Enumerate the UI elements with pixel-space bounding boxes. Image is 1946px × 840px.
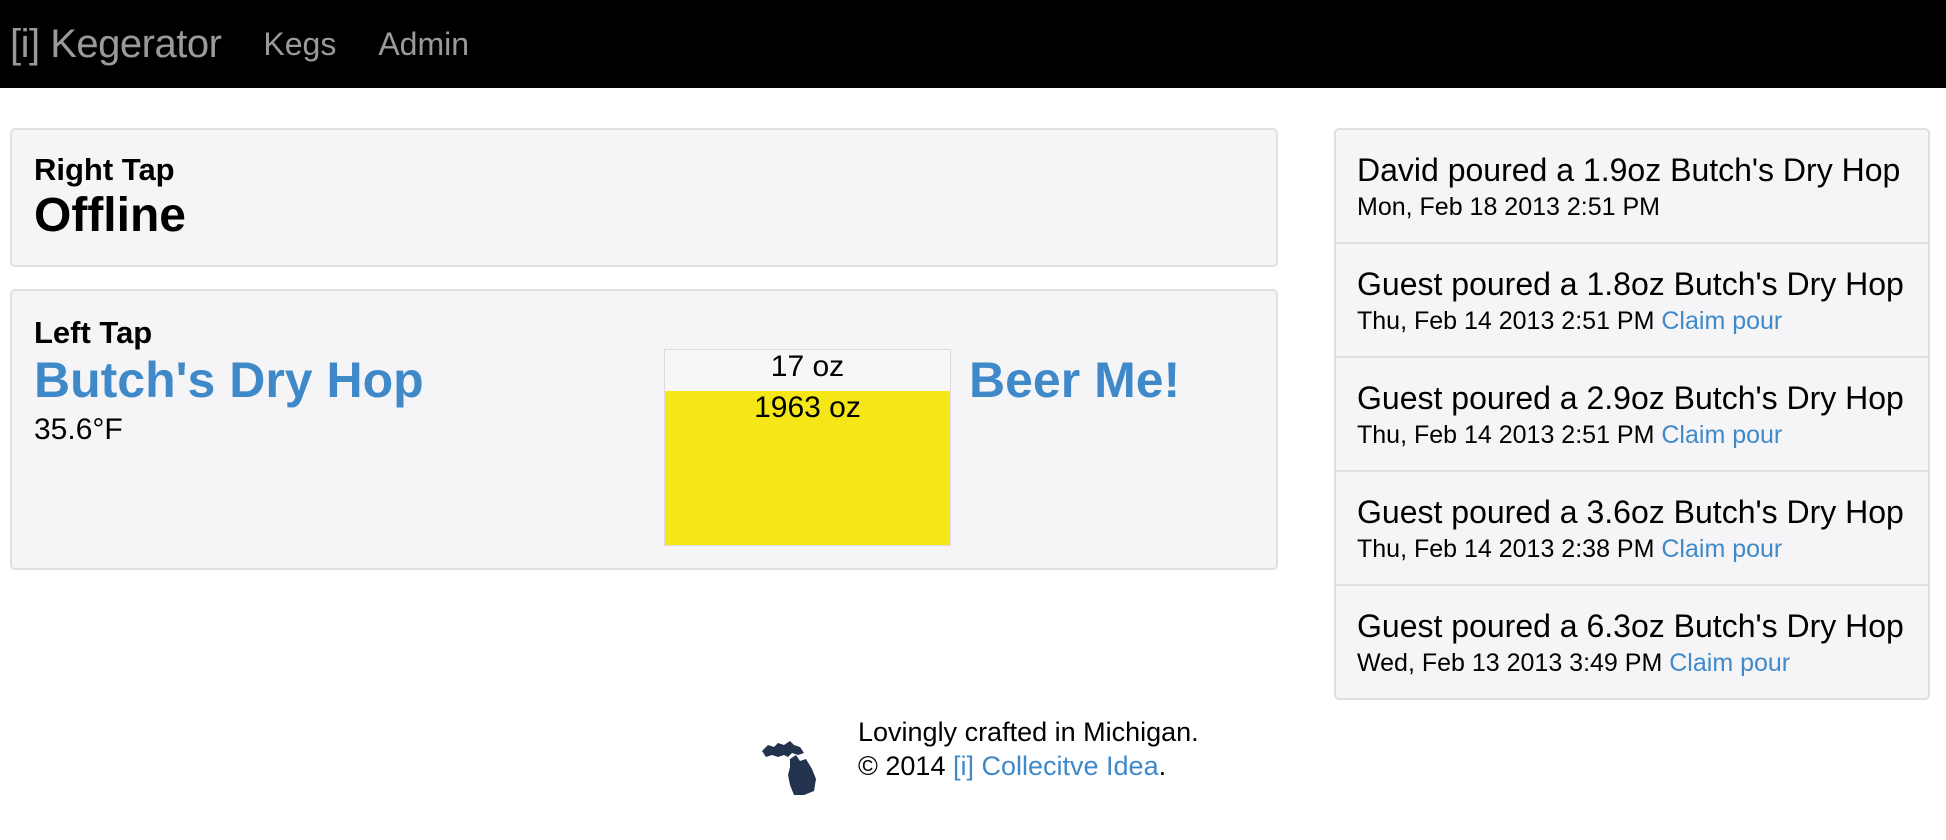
pour-list: David poured a 1.9oz Butch's Dry Hop Mon,… xyxy=(1334,128,1930,700)
brand-link[interactable]: [i] Kegerator xyxy=(10,22,222,67)
pour-item: Guest poured a 1.8oz Butch's Dry Hop Thu,… xyxy=(1336,244,1928,358)
pour-time: Thu, Feb 14 2013 2:38 PM xyxy=(1357,535,1655,563)
michigan-icon xyxy=(762,741,816,795)
tap-status: Offline xyxy=(34,189,186,242)
pour-time: Thu, Feb 14 2013 2:51 PM xyxy=(1357,307,1655,335)
left-tap-panel: Left Tap Butch's Dry Hop 35.6°F 17 oz 19… xyxy=(10,289,1278,570)
nav-admin[interactable]: Admin xyxy=(378,26,469,63)
pour-time: Mon, Feb 18 2013 2:51 PM xyxy=(1357,193,1660,221)
claim-pour-link[interactable]: Claim pour xyxy=(1669,649,1790,677)
pour-item: Guest poured a 6.3oz Butch's Dry Hop Wed,… xyxy=(1336,586,1928,698)
pour-meta: Thu, Feb 14 2013 2:51 PM Claim pour xyxy=(1357,420,1928,450)
pour-title: David poured a 1.9oz Butch's Dry Hop xyxy=(1357,152,1901,188)
collective-idea-link[interactable]: [i] Collecitve Idea xyxy=(953,751,1159,781)
keg-level-gauge: 17 oz 1963 oz xyxy=(664,349,951,546)
footer-suffix: . xyxy=(1158,751,1167,781)
pour-time: Wed, Feb 13 2013 3:49 PM xyxy=(1357,649,1663,677)
poured-amount: 17 oz xyxy=(770,350,845,383)
tap-label: Left Tap xyxy=(34,315,153,350)
pour-item: Guest poured a 3.6oz Butch's Dry Hop Thu,… xyxy=(1336,472,1928,586)
beer-me-button[interactable]: Beer Me! xyxy=(969,351,1180,409)
beer-name-link[interactable]: Butch's Dry Hop xyxy=(34,351,424,409)
claim-pour-link[interactable]: Claim pour xyxy=(1661,307,1782,335)
pour-title: Guest poured a 6.3oz Butch's Dry Hop xyxy=(1357,608,1904,644)
footer-tagline: Lovingly crafted in Michigan. xyxy=(858,717,1199,747)
pour-time: Thu, Feb 14 2013 2:51 PM xyxy=(1357,421,1655,449)
pour-item: David poured a 1.9oz Butch's Dry Hop Mon,… xyxy=(1336,130,1928,244)
footer-text: Lovingly crafted in Michigan. © 2014 [i]… xyxy=(858,715,1199,783)
copyright: © 2014 xyxy=(858,751,946,781)
footer: Lovingly crafted in Michigan. © 2014 [i]… xyxy=(760,715,1260,805)
pour-meta: Thu, Feb 14 2013 2:51 PM Claim pour xyxy=(1357,306,1928,336)
claim-pour-link[interactable]: Claim pour xyxy=(1661,421,1782,449)
temperature: 35.6°F xyxy=(34,413,123,446)
tap-label: Right Tap xyxy=(34,152,175,187)
right-tap-panel: Right Tap Offline xyxy=(10,128,1278,267)
pour-item: Guest poured a 2.9oz Butch's Dry Hop Thu,… xyxy=(1336,358,1928,472)
remaining-amount: 1963 oz xyxy=(754,391,861,424)
pour-title: Guest poured a 3.6oz Butch's Dry Hop xyxy=(1357,494,1904,530)
pour-meta: Wed, Feb 13 2013 3:49 PM Claim pour xyxy=(1357,648,1928,678)
nav-kegs[interactable]: Kegs xyxy=(263,26,336,63)
pour-title: Guest poured a 1.8oz Butch's Dry Hop xyxy=(1357,266,1904,302)
navbar: [i] Kegerator Kegs Admin xyxy=(0,0,1946,88)
pour-title: Guest poured a 2.9oz Butch's Dry Hop xyxy=(1357,380,1904,416)
footer-copyright-line: © 2014 [i] Collecitve Idea. xyxy=(858,749,1199,783)
claim-pour-link[interactable]: Claim pour xyxy=(1661,535,1782,563)
pour-meta: Thu, Feb 14 2013 2:38 PM Claim pour xyxy=(1357,534,1928,564)
pour-meta: Mon, Feb 18 2013 2:51 PM xyxy=(1357,192,1928,222)
